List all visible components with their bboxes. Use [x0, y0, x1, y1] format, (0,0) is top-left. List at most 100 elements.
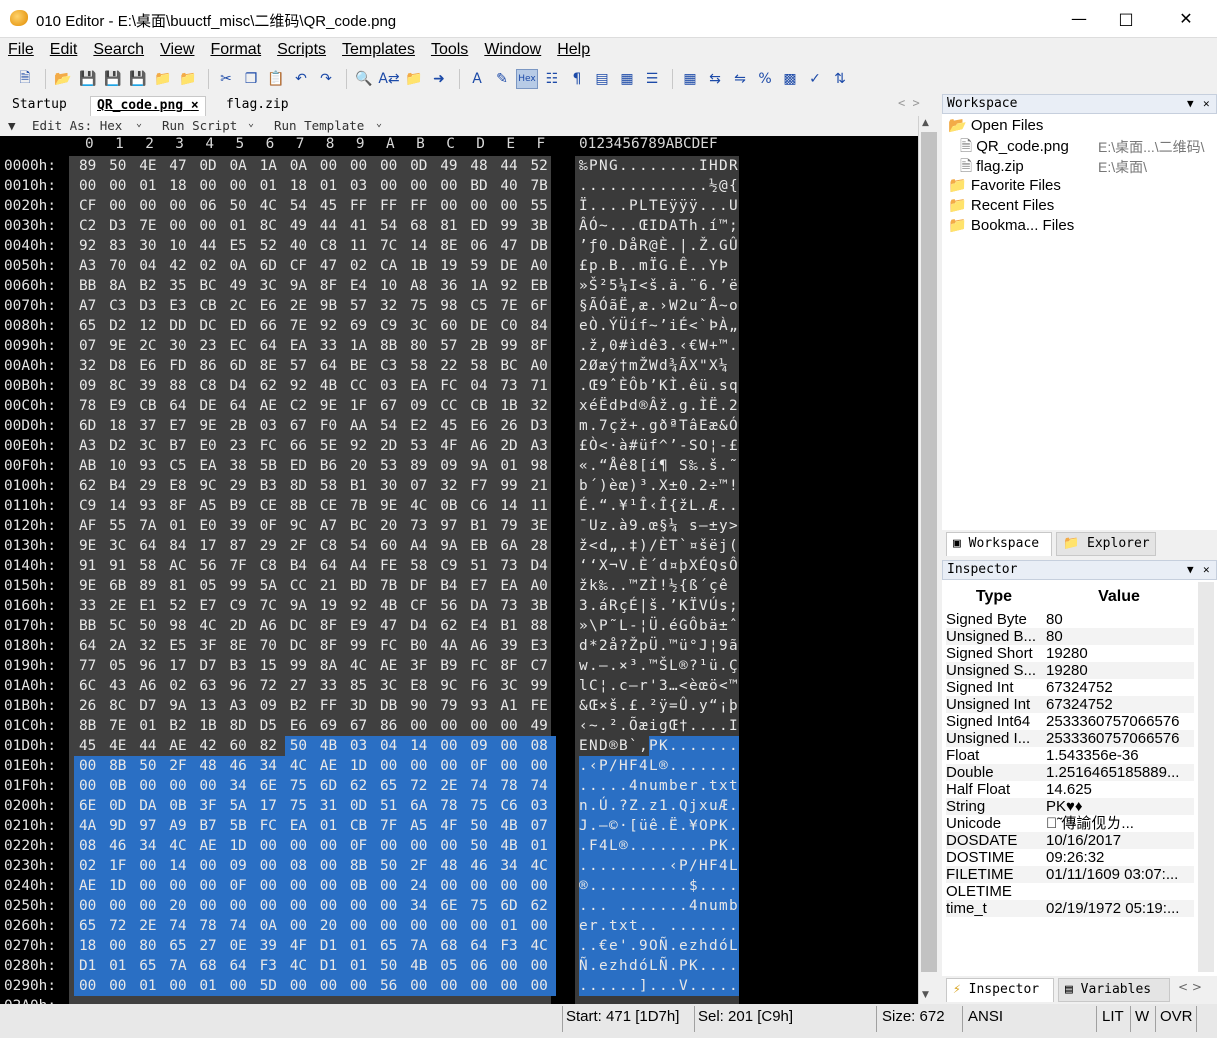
- hex-row[interactable]: 0110h: C9 14 93 8F A5 B9 CE 8B CE 7B 9E 4C 0B C6 14 11 É.…: [0, 496, 918, 516]
- hex-byte[interactable]: 98: [440, 296, 457, 316]
- hex-byte[interactable]: 9C: [199, 476, 216, 496]
- base-convert-icon[interactable]: ⇅: [829, 69, 851, 89]
- hex-byte[interactable]: 49: [531, 716, 548, 736]
- ascii-char[interactable]: i: [669, 316, 679, 336]
- hex-byte[interactable]: D2: [109, 436, 126, 456]
- ascii-char[interactable]: L: [649, 956, 659, 976]
- hex-byte[interactable]: 29: [230, 476, 247, 496]
- ascii-char[interactable]: Œ: [669, 716, 679, 736]
- ascii-char[interactable]: í: [649, 456, 659, 476]
- hex-byte[interactable]: B9: [440, 656, 457, 676]
- hex-byte[interactable]: 34: [224, 776, 256, 796]
- ascii-char[interactable]: ': [619, 936, 629, 956]
- hex-byte[interactable]: 2E: [109, 596, 126, 616]
- ascii-char[interactable]: r: [589, 916, 599, 936]
- ascii-char[interactable]: .: [649, 836, 659, 856]
- replace-icon[interactable]: A⇄: [378, 69, 400, 89]
- hex-byte[interactable]: 86: [199, 356, 216, 376]
- hex-byte[interactable]: 20: [314, 916, 346, 936]
- hex-byte[interactable]: D7: [199, 656, 216, 676]
- tree-bookmark-files[interactable]: 📁 Bookma... Files: [948, 216, 1074, 234]
- ascii-char[interactable]: .: [609, 776, 619, 796]
- hex-byte[interactable]: 34: [495, 856, 526, 876]
- ascii-char[interactable]: ™: [719, 216, 729, 236]
- hex-byte[interactable]: 88: [531, 616, 548, 636]
- ascii-char[interactable]: ì: [629, 336, 639, 356]
- hex-byte[interactable]: B1: [500, 616, 517, 636]
- hex-byte[interactable]: AE: [260, 396, 277, 416]
- hex-byte[interactable]: 4C: [525, 856, 557, 876]
- ascii-char[interactable]: [609, 896, 619, 916]
- hex-byte[interactable]: 8F: [320, 616, 337, 636]
- ascii-char[interactable]: ž: [579, 536, 589, 556]
- hex-byte[interactable]: A6: [470, 636, 487, 656]
- ascii-char[interactable]: z: [649, 796, 659, 816]
- ascii-char[interactable]: .: [689, 476, 699, 496]
- hex-byte[interactable]: CB: [470, 396, 487, 416]
- hex-byte[interactable]: 60: [380, 536, 397, 556]
- hex-byte[interactable]: 53: [380, 456, 397, 476]
- ascii-char[interactable]: y: [719, 516, 729, 536]
- ascii-char[interactable]: o: [729, 296, 739, 316]
- ascii-char[interactable]: ©: [609, 816, 619, 836]
- ascii-char[interactable]: G: [719, 236, 729, 256]
- ascii-char[interactable]: u: [709, 896, 719, 916]
- percent-icon[interactable]: %: [754, 69, 776, 89]
- hex-byte[interactable]: ED: [290, 456, 307, 476]
- ascii-char[interactable]: [729, 576, 739, 596]
- ascii-char[interactable]: .: [699, 956, 709, 976]
- hex-byte[interactable]: 02: [199, 256, 216, 276]
- ascii-char[interactable]: s: [719, 596, 729, 616]
- hex-byte[interactable]: D1: [74, 956, 105, 976]
- ascii-char[interactable]: 2: [679, 296, 689, 316]
- ascii-char[interactable]: .: [729, 836, 739, 856]
- hex-byte[interactable]: 85: [350, 676, 367, 696]
- hex-byte[interactable]: 7C: [260, 596, 277, 616]
- hex-byte[interactable]: EB: [531, 276, 548, 296]
- ascii-char[interactable]: 2: [599, 636, 609, 656]
- hex-row[interactable]: 0260h: 65 72 2E 74 78 74 0A 00 20 00 00 00 00 00 01 00 e r…: [0, 916, 918, 936]
- hex-byte[interactable]: 0E: [224, 936, 256, 956]
- ascii-char[interactable]: ç: [609, 416, 619, 436]
- hex-byte[interactable]: 8F: [531, 336, 548, 356]
- hex-byte[interactable]: 29: [139, 476, 156, 496]
- ascii-char[interactable]: Â: [579, 216, 589, 236]
- minimize-button[interactable]: —: [1056, 0, 1102, 38]
- inspector-row[interactable]: Double 1.2516465185889...: [946, 764, 1194, 781]
- hex-byte[interactable]: 3E: [531, 516, 548, 536]
- hex-byte[interactable]: 99: [500, 476, 517, 496]
- ascii-char[interactable]: Œ: [589, 696, 599, 716]
- hex-byte[interactable]: 50: [375, 956, 406, 976]
- ascii-char[interactable]: .: [659, 156, 669, 176]
- ascii-char[interactable]: .: [709, 716, 719, 736]
- ascii-char[interactable]: –: [629, 676, 639, 696]
- ascii-char[interactable]: [729, 256, 739, 276]
- ascii-char[interactable]: A: [669, 216, 679, 236]
- hex-byte[interactable]: DC: [290, 616, 307, 636]
- ascii-char[interactable]: æ: [709, 416, 719, 436]
- ascii-char[interactable]: .: [629, 876, 639, 896]
- hex-byte[interactable]: C9: [380, 316, 397, 336]
- hex-byte[interactable]: 00: [284, 896, 316, 916]
- hex-byte[interactable]: 58: [139, 556, 156, 576]
- ascii-char[interactable]: |: [679, 236, 689, 256]
- hex-byte[interactable]: 12: [139, 316, 156, 336]
- chevron-down-icon[interactable]: ⌄: [376, 118, 382, 129]
- hex-byte[interactable]: E6: [260, 296, 277, 316]
- ascii-char[interactable]: ê: [649, 816, 659, 836]
- hex-byte[interactable]: 78: [495, 776, 526, 796]
- ascii-char[interactable]: .: [669, 336, 679, 356]
- hex-byte[interactable]: 1A: [350, 336, 367, 356]
- ascii-char[interactable]: .: [669, 916, 679, 936]
- hex-byte[interactable]: 64: [169, 396, 186, 416]
- hex-byte[interactable]: 56: [375, 976, 406, 996]
- hex-byte[interactable]: 3C: [410, 316, 427, 336]
- ascii-char[interactable]: ¶: [659, 456, 669, 476]
- hex-byte[interactable]: 92: [350, 436, 367, 456]
- hex-byte[interactable]: 8E: [230, 636, 247, 656]
- hex-byte[interactable]: 49: [440, 156, 457, 176]
- hex-byte[interactable]: 00: [314, 896, 346, 916]
- inspector-row[interactable]: Signed Int 67324752: [946, 679, 1194, 696]
- ascii-char[interactable]: .: [699, 836, 709, 856]
- ascii-char[interactable]: ¦: [709, 636, 719, 656]
